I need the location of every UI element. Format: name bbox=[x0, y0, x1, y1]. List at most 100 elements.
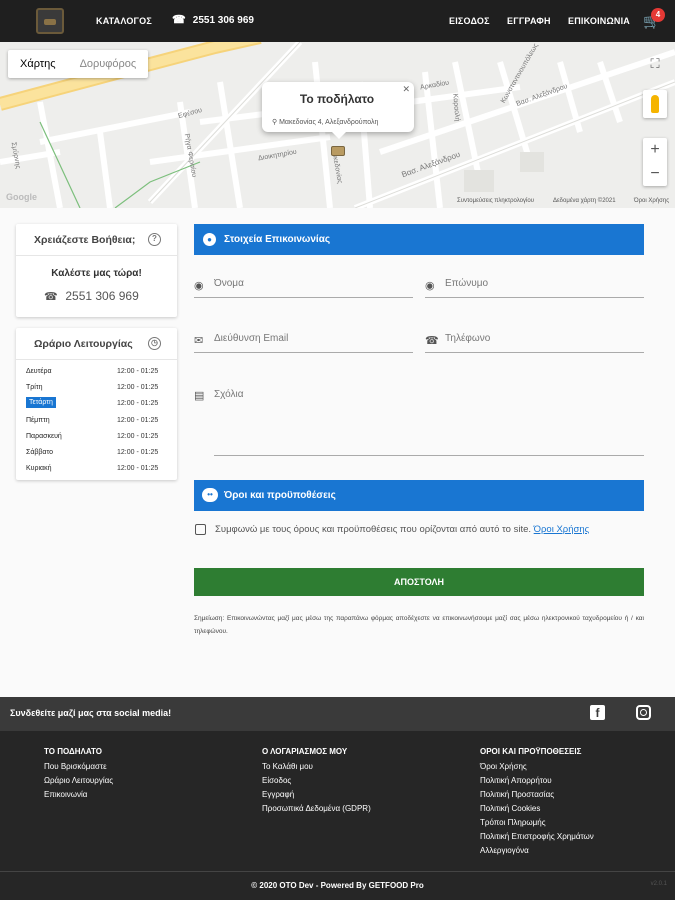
map-type-map-button[interactable]: Χάρτης bbox=[8, 50, 68, 78]
social-text: Συνδεθείτε μαζί μας στα social media! bbox=[10, 708, 172, 718]
person-icon: ◉ bbox=[194, 280, 204, 292]
fullscreen-icon[interactable]: ⛶ bbox=[643, 52, 667, 76]
hours-row: Κυριακή 12:00 - 01:25 bbox=[16, 462, 177, 478]
clock-icon: ◷ bbox=[148, 337, 161, 350]
hours-row: Πέμπτη 12:00 - 01:25 bbox=[16, 414, 177, 430]
zoom-in-button[interactable]: + bbox=[643, 138, 667, 162]
footer-heading: ΟΡΟΙ ΚΑΙ ΠΡΟΫΠΟΘΕΣΕΙΣ bbox=[480, 747, 582, 756]
footer-link[interactable]: Αλλεργιογόνα bbox=[480, 844, 594, 858]
map-marker-icon[interactable] bbox=[331, 146, 345, 156]
close-icon[interactable]: ✕ bbox=[402, 84, 410, 95]
footer-link[interactable]: Πολιτική Cookies bbox=[480, 802, 594, 816]
instagram-icon[interactable] bbox=[636, 705, 651, 720]
info-window-address-text: Μακεδονίας 4, Αλεξανδρούπολη bbox=[279, 119, 379, 126]
top-navbar: ΚΑΤΑΛΟΓΟΣ ☎ 2551 306 969 ΕΙΣΟΔΟΣ ΕΓΓΡΑΦΗ… bbox=[0, 0, 675, 42]
terms-checkbox[interactable] bbox=[195, 524, 206, 535]
terms-of-use-link[interactable]: Όροι Χρήσης bbox=[534, 524, 590, 535]
footer-link[interactable]: Πολιτική Απορρήτου bbox=[480, 774, 594, 788]
footer-divider bbox=[0, 871, 675, 872]
nav-catalog[interactable]: ΚΑΤΑΛΟΓΟΣ bbox=[96, 16, 152, 26]
map-type-satellite-button[interactable]: Δορυφόρος bbox=[68, 50, 149, 78]
map-info-window: Το ποδήλατο ⚲ Μακεδονίας 4, Αλεξανδρούπο… bbox=[262, 82, 414, 139]
cart-count-badge: 4 bbox=[651, 8, 665, 22]
hours-time: 12:00 - 01:25 bbox=[117, 465, 159, 473]
footer-link[interactable]: Τρόποι Πληρωμής bbox=[480, 816, 594, 830]
form-note: Σημείωση: Επικοινωνώντας μαζί μας μέσω τ… bbox=[194, 615, 644, 635]
map-terms-link[interactable]: Όροι Χρήσης bbox=[634, 198, 669, 204]
first-name-input[interactable] bbox=[214, 278, 413, 289]
submit-button[interactable]: ΑΠΟΣΤΟΛΗ bbox=[194, 568, 644, 596]
header-phone-number: 2551 306 969 bbox=[192, 15, 254, 26]
location-map[interactable]: Βασ. Αλεξάνδρου Βασ. Αλεξάνδρου Εφέσου Α… bbox=[0, 42, 675, 208]
info-window-title: Το ποδήλατο bbox=[299, 92, 375, 106]
map-data-link[interactable]: Δεδομένα χάρτη ©2021 bbox=[553, 198, 616, 204]
nav-login[interactable]: ΕΙΣΟΔΟΣ bbox=[449, 16, 490, 26]
footer-link[interactable]: Επικοινωνία bbox=[44, 788, 113, 802]
hours-day: Δευτέρα bbox=[26, 368, 52, 375]
zoom-controls: + − bbox=[643, 138, 667, 186]
footer-link[interactable]: Προσωπικά Δεδομένα (GDPR) bbox=[262, 802, 371, 816]
hours-row: Δευτέρα 12:00 - 01:25 bbox=[16, 365, 177, 381]
phone-field: ☎ bbox=[425, 331, 644, 353]
zoom-out-button[interactable]: − bbox=[643, 162, 667, 186]
comments-textarea[interactable] bbox=[214, 389, 644, 456]
phone-icon: ☎ bbox=[44, 291, 58, 303]
help-card-header: Χρειάζεστε Βοήθεια; ? bbox=[16, 224, 177, 256]
last-name-input[interactable] bbox=[445, 278, 644, 289]
hours-day: Σάββατο bbox=[26, 448, 54, 456]
hours-row: Παρασκευή 12:00 - 01:25 bbox=[16, 430, 177, 446]
footer-link[interactable]: Είσοδος bbox=[262, 774, 371, 788]
facebook-icon[interactable]: f bbox=[590, 705, 605, 720]
hours-day: Παρασκευή bbox=[26, 432, 62, 440]
hours-card-header: Ωράριο Λειτουργίας ◷ bbox=[16, 328, 177, 360]
first-name-field: ◉ bbox=[194, 276, 413, 298]
nav-contact[interactable]: ΕΠΙΚΟΙΝΩΝΙΑ bbox=[568, 16, 630, 26]
footer-column-account: Ο ΛΟΓΑΡΙΑΣΜΟΣ ΜΟΥ Το Καλάθι μου Είσοδος … bbox=[262, 747, 371, 816]
email-input[interactable] bbox=[214, 333, 413, 344]
hours-card-title: Ωράριο Λειτουργίας bbox=[34, 338, 133, 350]
footer-heading: ΤΟ ΠΟΔΗΛΑΤΟ bbox=[44, 747, 102, 756]
person-icon: ◉ bbox=[425, 280, 435, 292]
footer-link[interactable]: Πολιτική Προστασίας bbox=[480, 788, 594, 802]
map-type-toggle: Χάρτης Δορυφόρος bbox=[8, 50, 149, 78]
hours-list: Δευτέρα 12:00 - 01:25 Τρίτη 12:00 - 01:25 … bbox=[16, 360, 177, 478]
contact-details-header: ● Στοιχεία Επικοινωνίας bbox=[194, 224, 644, 255]
footer-link[interactable]: Το Καλάθι μου bbox=[262, 760, 371, 774]
footer-link[interactable]: Που Βρισκόμαστε bbox=[44, 760, 113, 774]
map-shortcuts-link[interactable]: Συντομεύσεις πληκτρολογίου bbox=[457, 198, 534, 204]
email-field: ✉ bbox=[194, 331, 413, 353]
google-logo: Google bbox=[6, 192, 37, 202]
version-text: v2.0.1 bbox=[650, 881, 667, 887]
info-window-address: ⚲ Μακεδονίας 4, Αλεξανδρούπολη bbox=[272, 118, 378, 126]
phone-input[interactable] bbox=[445, 333, 644, 344]
hours-time: 12:00 - 01:25 bbox=[117, 448, 159, 456]
terms-header: •• Όροι και προϋποθέσεις bbox=[194, 480, 644, 511]
hours-row: Τρίτη 12:00 - 01:25 bbox=[16, 381, 177, 397]
footer-heading: Ο ΛΟΓΑΡΙΑΣΜΟΣ ΜΟΥ bbox=[262, 747, 348, 756]
footer-link[interactable]: Πολιτική Επιστροφής Χρημάτων bbox=[480, 830, 594, 844]
email-icon: ✉ bbox=[194, 335, 204, 347]
social-bar: Συνδεθείτε μαζί μας στα social media! f bbox=[0, 697, 675, 731]
street-view-pegman-icon[interactable] bbox=[643, 90, 667, 118]
opening-hours-card: Ωράριο Λειτουργίας ◷ Δευτέρα 12:00 - 01:2… bbox=[16, 328, 177, 480]
store-logo[interactable] bbox=[36, 8, 64, 34]
hours-day: Τρίτη bbox=[26, 384, 43, 392]
hours-time: 12:00 - 01:25 bbox=[117, 400, 159, 408]
hours-row-today: Τετάρτη 12:00 - 01:25 bbox=[16, 397, 177, 413]
contact-details-title: Στοιχεία Επικοινωνίας bbox=[224, 234, 331, 245]
site-footer: ΤΟ ΠΟΔΗΛΑΤΟ Που Βρισκόμαστε Ωράριο Λειτο… bbox=[0, 731, 675, 900]
help-phone-number: 2551 306 969 bbox=[65, 289, 139, 303]
footer-link[interactable]: Ωράριο Λειτουργίας bbox=[44, 774, 113, 788]
chat-icon: •• bbox=[202, 488, 218, 502]
account-icon: ● bbox=[203, 233, 216, 246]
help-phone[interactable]: ☎ 2551 306 969 bbox=[44, 289, 177, 303]
footer-link[interactable]: Όροι Χρήσης bbox=[480, 760, 594, 774]
footer-link[interactable]: Εγγραφή bbox=[262, 788, 371, 802]
help-question-icon: ? bbox=[148, 233, 161, 246]
hours-day: Πέμπτη bbox=[26, 416, 50, 424]
header-phone[interactable]: ☎ 2551 306 969 bbox=[172, 13, 254, 26]
last-name-field: ◉ bbox=[425, 276, 644, 298]
hours-row: Σάββατο 12:00 - 01:25 bbox=[16, 446, 177, 462]
nav-register[interactable]: ΕΓΓΡΑΦΗ bbox=[507, 16, 551, 26]
hours-day: Κυριακή bbox=[26, 465, 52, 473]
